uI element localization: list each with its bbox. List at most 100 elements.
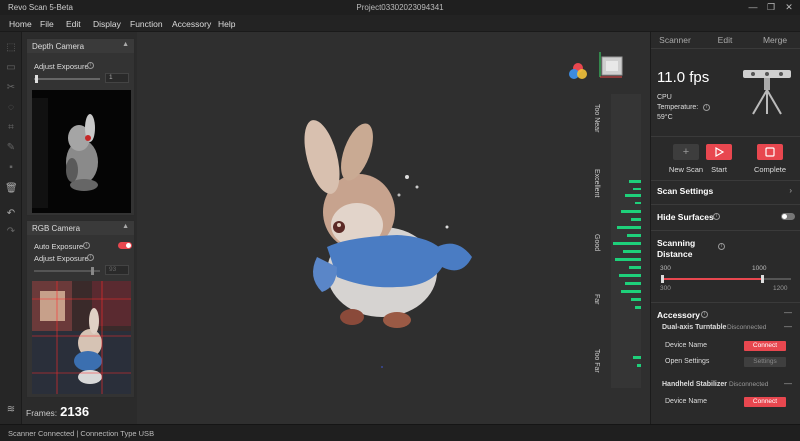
box-select-icon[interactable]: ▭ — [5, 62, 17, 74]
meter-label-too-near: Too Near — [593, 104, 600, 133]
turntable-connect-button[interactable]: Connect — [744, 341, 786, 351]
info-icon[interactable]: i — [87, 62, 94, 69]
distance-range-max: 1200 — [773, 285, 788, 292]
depth-camera-title: Depth Camera — [32, 42, 85, 51]
menu-bar: Home File Edit Display Function Accessor… — [0, 15, 800, 32]
distance-max-handle[interactable] — [761, 275, 764, 283]
chevron-up-icon[interactable]: ▲ — [122, 223, 129, 230]
info-icon[interactable]: i — [718, 243, 725, 250]
depth-camera-preview — [32, 90, 131, 213]
title-bar: Revo Scan 5-Beta Project03302023094341 —… — [0, 0, 800, 15]
delete-icon[interactable]: 🗑 — [5, 183, 18, 195]
collapse-icon[interactable]: — — [784, 308, 792, 317]
hide-surfaces-toggle[interactable] — [781, 213, 795, 220]
menu-help[interactable]: Help — [218, 19, 235, 29]
distance-min-value: 300 — [660, 265, 671, 272]
menu-display[interactable]: Display — [93, 19, 121, 29]
point-cloud-model — [304, 120, 472, 368]
chevron-up-icon[interactable]: ▲ — [122, 41, 129, 48]
meter-label-excellent: Excellent — [593, 169, 600, 198]
auto-exposure-toggle[interactable] — [118, 242, 132, 249]
depth-exposure-slider-thumb[interactable] — [35, 75, 39, 83]
crop-icon[interactable]: ⌗ — [5, 122, 17, 134]
cut-icon[interactable]: ✂ — [5, 82, 17, 94]
temperature-value: 59°C — [657, 114, 673, 121]
cpu-label: CPU — [657, 94, 672, 101]
distance-range-fill — [663, 278, 763, 280]
meter-label-too-far: Too Far — [593, 349, 600, 373]
tab-merge[interactable]: Merge — [751, 32, 799, 48]
start-button[interactable] — [706, 144, 732, 160]
menu-accessory[interactable]: Accessory — [172, 19, 211, 29]
3d-viewport[interactable]: Too Near Excellent Good Far Too Far — [137, 32, 650, 424]
minimize-button[interactable]: — — [746, 2, 760, 12]
depth-exposure-value[interactable]: 1 — [105, 73, 129, 83]
distance-min-handle[interactable] — [661, 275, 664, 283]
stabilizer-connect-button[interactable]: Connect — [744, 397, 786, 407]
start-label: Start — [711, 165, 727, 174]
status-text: Scanner Connected | Connection Type USB — [8, 429, 155, 438]
depth-camera-panel: Depth Camera ▲ Adjust Exposure i 1 — [26, 38, 135, 216]
info-icon[interactable]: i — [87, 254, 94, 261]
menu-file[interactable]: File — [40, 19, 54, 29]
fps-value: 11.0 fps — [657, 69, 710, 86]
rgb-exposure-slider-thumb[interactable] — [90, 267, 94, 275]
scan-settings-title[interactable]: Scan Settings — [657, 186, 713, 196]
meter-label-far: Far — [593, 294, 600, 305]
brush-icon[interactable]: ✎ — [5, 142, 17, 154]
turntable-settings-button[interactable]: Settings — [744, 357, 786, 367]
rgb-exposure-value[interactable]: 93 — [105, 265, 129, 275]
menu-function[interactable]: Function — [130, 19, 163, 29]
fill-icon[interactable]: ▪ — [5, 162, 17, 174]
collapse-icon[interactable]: — — [784, 322, 792, 331]
frames-value: 2136 — [60, 404, 90, 419]
auto-exposure-label: Auto Exposure — [34, 242, 84, 251]
menu-home[interactable]: Home — [9, 19, 32, 29]
turntable-status: Disconnected — [727, 324, 767, 331]
stop-icon — [765, 147, 775, 157]
right-panel: Scanner Edit Merge 11.0 fps CPU Temperat… — [650, 32, 800, 424]
frames-counter: Frames: 2136 — [26, 404, 89, 419]
depth-exposure-slider[interactable] — [34, 78, 100, 80]
tab-edit[interactable]: Edit — [701, 32, 749, 48]
distance-range-min: 300 — [660, 285, 671, 292]
temperature-label: Temperature: — [657, 104, 699, 111]
distance-histogram — [613, 180, 641, 367]
info-icon[interactable]: i — [713, 213, 720, 220]
toggle-knob — [126, 243, 131, 248]
complete-button[interactable] — [757, 144, 783, 160]
color-mode-icon[interactable] — [565, 60, 595, 82]
new-scan-button[interactable]: + — [673, 144, 699, 160]
select-icon[interactable]: ⬚ — [5, 42, 17, 54]
chevron-right-icon[interactable]: › — [789, 186, 792, 195]
lasso-icon[interactable]: ◌ — [5, 102, 17, 114]
depth-exposure-label: Adjust Exposure — [34, 62, 89, 71]
scanning-distance-title: Scanning Distance — [657, 238, 696, 259]
frames-label: Frames: — [26, 408, 58, 418]
distance-meter: Too Near Excellent Good Far Too Far — [589, 94, 641, 422]
rgb-camera-header[interactable]: RGB Camera ▲ — [27, 221, 134, 235]
stabilizer-device-name-label: Device Name — [665, 398, 708, 405]
redo-icon[interactable]: ↷ — [5, 226, 17, 238]
close-button[interactable]: ✕ — [782, 2, 796, 12]
undo-icon[interactable]: ↶ — [5, 208, 17, 220]
turntable-device-name-label: Device Name — [665, 342, 708, 349]
tab-scanner[interactable]: Scanner — [651, 32, 699, 48]
collapse-icon[interactable]: — — [784, 379, 792, 388]
info-icon[interactable]: i — [83, 242, 90, 249]
scanner-device-image — [743, 70, 791, 115]
menu-edit[interactable]: Edit — [66, 19, 81, 29]
rgb-exposure-label: Adjust Exposure — [34, 254, 89, 263]
layers-icon[interactable]: ≋ — [5, 404, 17, 416]
meter-label-good: Good — [593, 234, 600, 252]
info-icon[interactable]: i — [701, 311, 708, 318]
depth-camera-header[interactable]: Depth Camera ▲ — [27, 39, 134, 53]
rgb-camera-title: RGB Camera — [32, 224, 81, 233]
restore-button[interactable]: ❐ — [764, 2, 778, 12]
view-cube-icon[interactable] — [592, 47, 627, 87]
complete-label: Complete — [753, 165, 787, 174]
turntable-name: Dual-axis Turntable — [662, 324, 727, 331]
distance-max-value: 1000 — [752, 265, 767, 272]
rgb-camera-panel: RGB Camera ▲ Auto Exposure i Adjust Expo… — [26, 220, 135, 398]
info-icon[interactable]: i — [703, 104, 710, 111]
